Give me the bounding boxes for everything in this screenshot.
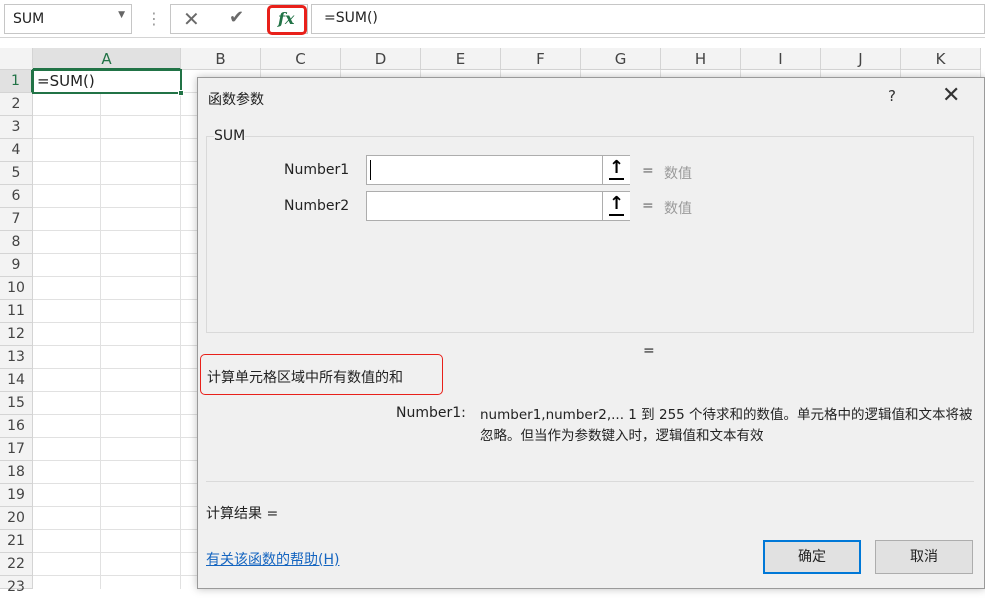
collapse-dialog-button-number1[interactable]: ↑ xyxy=(602,156,630,184)
active-cell-value: =SUM() xyxy=(37,72,95,90)
row-header-15[interactable]: 15 xyxy=(0,392,33,415)
function-description: 计算单元格区域中所有数值的和 xyxy=(207,370,403,386)
arg-eq-number1: = xyxy=(642,163,654,179)
collapse-dialog-button-number2[interactable]: ↑ xyxy=(602,192,630,220)
help-icon[interactable]: ? xyxy=(888,87,896,105)
arg-description-name: Number1: xyxy=(396,405,466,421)
column-header-g[interactable]: G xyxy=(581,48,661,70)
arg-hint-number2: 数值 xyxy=(664,201,692,217)
function-arguments-dialog: 函数参数 ? ✕ SUM Number1 ↑ = 数值 Number2 ↑ = … xyxy=(197,77,985,589)
row-header-4[interactable]: 4 xyxy=(0,139,33,162)
row-header-8[interactable]: 8 xyxy=(0,231,33,254)
row-header-13[interactable]: 13 xyxy=(0,346,33,369)
row-header-6[interactable]: 6 xyxy=(0,185,33,208)
function-description-box: 计算单元格区域中所有数值的和 xyxy=(200,354,443,395)
more-options-icon[interactable]: ⋮ xyxy=(146,9,162,28)
function-name: SUM xyxy=(214,128,246,144)
formula-input[interactable]: =SUM() xyxy=(311,4,985,34)
column-header-b[interactable]: B xyxy=(181,48,261,70)
arg-eq-number2: = xyxy=(642,198,654,214)
formula-bar: SUM ▼ ⋮ ✕ ✔ fx =SUM() xyxy=(0,0,985,38)
fx-icon: fx xyxy=(278,9,295,28)
number2-input[interactable]: ↑ xyxy=(366,191,630,221)
fill-handle[interactable] xyxy=(178,90,184,96)
close-icon[interactable]: ✕ xyxy=(942,83,960,108)
row-header-17[interactable]: 17 xyxy=(0,438,33,461)
row-header-1[interactable]: 1 xyxy=(0,70,33,93)
text-caret xyxy=(370,160,371,180)
row-header-2[interactable]: 2 xyxy=(0,93,33,116)
arg-hint-number1: 数值 xyxy=(664,166,692,182)
column-header-h[interactable]: H xyxy=(661,48,741,70)
row-header-9[interactable]: 9 xyxy=(0,254,33,277)
confirm-entry-icon[interactable]: ✔ xyxy=(229,7,244,28)
column-header-j[interactable]: J xyxy=(821,48,901,70)
arg-label-number1: Number1 xyxy=(284,162,350,178)
divider xyxy=(206,481,974,482)
column-header-c[interactable]: C xyxy=(261,48,341,70)
arg-description-text: number1,number2,... 1 到 255 个待求和的数值。单元格中… xyxy=(480,407,973,444)
row-header-12[interactable]: 12 xyxy=(0,323,33,346)
column-header-a[interactable]: A xyxy=(33,48,181,70)
row-header-19[interactable]: 19 xyxy=(0,484,33,507)
row-header-21[interactable]: 21 xyxy=(0,530,33,553)
column-a-cells[interactable] xyxy=(33,70,181,589)
name-box-value: SUM xyxy=(13,11,45,27)
cancel-entry-icon[interactable]: ✕ xyxy=(183,7,200,31)
row-header-18[interactable]: 18 xyxy=(0,461,33,484)
name-box[interactable]: SUM ▼ xyxy=(4,4,132,34)
row-header-11[interactable]: 11 xyxy=(0,300,33,323)
row-header-5[interactable]: 5 xyxy=(0,162,33,185)
calc-result: 计算结果 = xyxy=(206,506,279,522)
column-header-e[interactable]: E xyxy=(421,48,501,70)
column-header-k[interactable]: K xyxy=(901,48,981,70)
dialog-title: 函数参数 xyxy=(208,92,264,108)
chevron-down-icon[interactable]: ▼ xyxy=(118,10,125,20)
row-header-7[interactable]: 7 xyxy=(0,208,33,231)
row-header-22[interactable]: 22 xyxy=(0,553,33,576)
arrow-up-icon: ↑ xyxy=(608,157,625,180)
ok-button[interactable]: 确定 xyxy=(763,540,861,574)
column-header-d[interactable]: D xyxy=(341,48,421,70)
arg-label-number2: Number2 xyxy=(284,198,350,214)
formula-result-eq: = xyxy=(643,343,655,359)
row-header-10[interactable]: 10 xyxy=(0,277,33,300)
row-header-23[interactable]: 23 xyxy=(0,576,33,595)
row-header-3[interactable]: 3 xyxy=(0,116,33,139)
column-header-i[interactable]: I xyxy=(741,48,821,70)
row-header-14[interactable]: 14 xyxy=(0,369,33,392)
formula-buttons: ✕ ✔ fx xyxy=(170,4,308,35)
cancel-button[interactable]: 取消 xyxy=(875,540,973,574)
function-help-link[interactable]: 有关该函数的帮助(H) xyxy=(206,549,339,569)
row-header-20[interactable]: 20 xyxy=(0,507,33,530)
number1-input[interactable]: ↑ xyxy=(366,155,630,185)
row-header-16[interactable]: 16 xyxy=(0,415,33,438)
insert-function-button[interactable]: fx xyxy=(267,5,307,35)
column-header-f[interactable]: F xyxy=(501,48,581,70)
select-all-corner[interactable] xyxy=(0,48,33,70)
active-cell-a1[interactable]: =SUM() xyxy=(32,69,184,96)
arrow-up-icon: ↑ xyxy=(608,193,625,216)
formula-text: =SUM() xyxy=(324,10,378,26)
